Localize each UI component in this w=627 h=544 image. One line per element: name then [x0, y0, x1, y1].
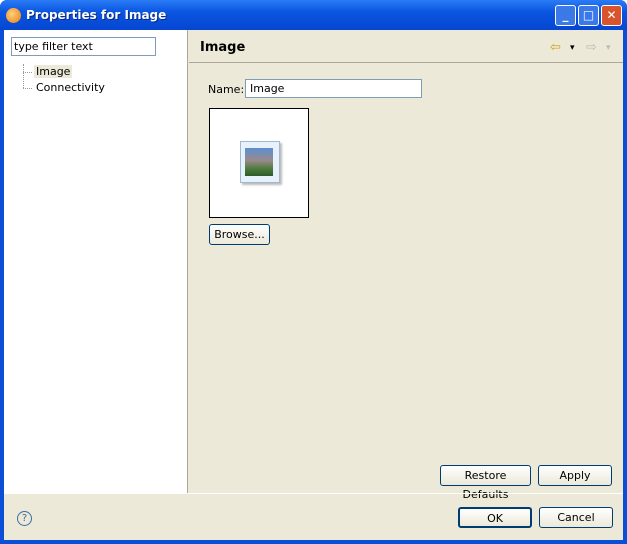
- window-title: Properties for Image: [26, 8, 167, 22]
- ok-button[interactable]: OK: [458, 507, 532, 528]
- filter-input[interactable]: [11, 37, 156, 56]
- app-icon: [6, 8, 21, 23]
- close-button[interactable]: ✕: [601, 5, 622, 26]
- maximize-button[interactable]: □: [578, 5, 599, 26]
- forward-arrow-icon: ⇨: [586, 40, 597, 55]
- cancel-button[interactable]: Cancel: [539, 507, 613, 528]
- title-bar[interactable]: Properties for Image _ □ ✕: [0, 0, 627, 30]
- page-tree: Image Connectivity: [22, 64, 107, 96]
- back-arrow-icon[interactable]: ⇦: [550, 40, 561, 55]
- page-title: Image: [200, 40, 246, 55]
- restore-defaults-button[interactable]: Restore Defaults: [440, 465, 531, 501]
- tree-item-label: Connectivity: [36, 81, 105, 94]
- navigation-panel: Image Connectivity: [4, 30, 188, 493]
- tree-item-image[interactable]: Image: [22, 64, 107, 80]
- browse-button[interactable]: Browse...: [209, 224, 270, 245]
- minimize-button[interactable]: _: [555, 5, 576, 26]
- name-label: Name:: [208, 83, 245, 96]
- button-bar: ? OK Cancel: [4, 493, 623, 540]
- tree-item-label: Image: [34, 65, 73, 78]
- image-file-icon: [240, 141, 280, 183]
- image-preview: [209, 108, 309, 218]
- tree-item-connectivity[interactable]: Connectivity: [22, 80, 107, 96]
- back-dropdown-icon[interactable]: ▾: [570, 43, 575, 53]
- name-input[interactable]: Image: [245, 79, 422, 98]
- properties-dialog: Properties for Image _ □ ✕ Image Connect…: [0, 0, 627, 544]
- forward-dropdown-icon: ▾: [606, 43, 611, 53]
- apply-button[interactable]: Apply: [538, 465, 612, 486]
- page-header: Image ⇦ ▾ ⇨ ▾: [189, 30, 623, 63]
- help-icon[interactable]: ?: [17, 511, 32, 526]
- dialog-body: Image Connectivity Image ⇦ ▾ ⇨ ▾ Name: I…: [4, 30, 623, 540]
- page-panel: Image ⇦ ▾ ⇨ ▾ Name: Image Browse... Rest…: [189, 30, 623, 501]
